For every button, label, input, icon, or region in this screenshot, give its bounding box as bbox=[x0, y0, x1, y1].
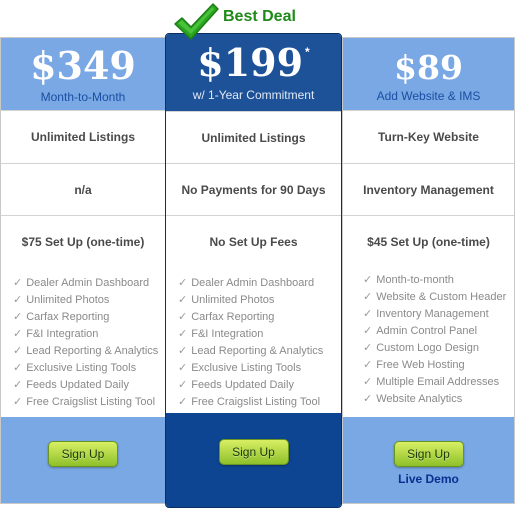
feature-row: Unlimited Listings bbox=[1, 110, 165, 163]
check-icon: ✓ bbox=[13, 345, 23, 357]
list-item: ✓ Free Craigslist Listing Tool bbox=[178, 396, 321, 408]
list-item: ✓ Unlimited Photos bbox=[178, 294, 275, 306]
list-item: ✓ Exclusive Listing Tools bbox=[178, 362, 302, 374]
live-demo-link[interactable]: Live Demo bbox=[343, 472, 514, 486]
check-icon: ✓ bbox=[363, 274, 373, 286]
check-icon: ✓ bbox=[13, 396, 23, 408]
check-icon: ✓ bbox=[363, 325, 373, 337]
sign-up-button[interactable]: Sign Up bbox=[48, 441, 118, 467]
check-icon: ✓ bbox=[363, 308, 373, 320]
plan-header: $199 * w/ 1-Year Commitment bbox=[166, 34, 341, 111]
check-icon: ✓ bbox=[363, 342, 373, 354]
plan-header: $349 Month-to-Month bbox=[1, 38, 165, 110]
list-item: ✓ Website & Custom Header bbox=[363, 291, 507, 303]
check-icon: ✓ bbox=[178, 379, 188, 391]
plan-header: $89 Add Website & IMS bbox=[343, 38, 514, 110]
plan-website-ims: $89 Add Website & IMS Turn-Key Website I… bbox=[342, 37, 515, 504]
plan-subtitle: Add Website & IMS bbox=[376, 89, 481, 103]
check-icon: ✓ bbox=[178, 277, 188, 289]
feature-row: No Payments for 90 Days bbox=[166, 163, 341, 216]
check-icon: ✓ bbox=[13, 379, 23, 391]
check-icon: ✓ bbox=[178, 396, 188, 408]
feature-row: No Set Up Fees bbox=[166, 215, 341, 268]
list-item: ✓ Inventory Management bbox=[363, 308, 489, 320]
check-icon: ✓ bbox=[363, 393, 373, 405]
feature-list: ✓ Dealer Admin Dashboard ✓ Unlimited Photo… bbox=[178, 275, 335, 411]
list-item: ✓ Free Web Hosting bbox=[363, 359, 465, 371]
check-icon: ✓ bbox=[13, 294, 23, 306]
list-item: ✓ Dealer Admin Dashboard bbox=[13, 277, 150, 289]
feature-row: Inventory Management bbox=[343, 163, 514, 216]
list-item: ✓ F&I Integration bbox=[178, 328, 264, 340]
list-item: ✓ Website Analytics bbox=[363, 393, 463, 405]
plan-price: $89 bbox=[394, 48, 463, 87]
list-item: ✓ Exclusive Listing Tools bbox=[13, 362, 137, 374]
list-item: ✓ Dealer Admin Dashboard bbox=[178, 277, 315, 289]
check-icon: ✓ bbox=[178, 328, 188, 340]
check-icon: ✓ bbox=[13, 328, 23, 340]
list-item: ✓ Feeds Updated Daily bbox=[13, 379, 129, 391]
feature-list: ✓ Dealer Admin Dashboard ✓ Unlimited Photo… bbox=[13, 275, 159, 411]
sign-up-button[interactable]: Sign Up bbox=[218, 439, 289, 465]
checkmark-icon bbox=[174, 3, 219, 40]
list-item: ✓ Carfax Reporting bbox=[178, 311, 275, 323]
plan-price: $199 * bbox=[197, 40, 310, 85]
plan-footer: Sign Up Live Demo bbox=[343, 417, 514, 503]
list-item: ✓ Feeds Updated Daily bbox=[178, 379, 294, 391]
check-icon: ✓ bbox=[13, 311, 23, 323]
check-icon: ✓ bbox=[363, 291, 373, 303]
feature-row: Unlimited Listings bbox=[166, 111, 341, 164]
list-item: ✓ Unlimited Photos bbox=[13, 294, 110, 306]
list-item: ✓ Multiple Email Addresses bbox=[363, 376, 500, 388]
check-icon: ✓ bbox=[363, 376, 373, 388]
sign-up-button[interactable]: Sign Up bbox=[393, 441, 464, 467]
plan-subtitle: w/ 1-Year Commitment bbox=[192, 88, 315, 102]
list-item: ✓ Lead Reporting & Analytics bbox=[13, 345, 159, 357]
check-icon: ✓ bbox=[178, 345, 188, 357]
feature-row: $45 Set Up (one-time) bbox=[343, 215, 514, 268]
list-item: ✓ Admin Control Panel bbox=[363, 325, 478, 337]
plan-price: $349 bbox=[30, 43, 136, 88]
plan-one-year: $199 * w/ 1-Year Commitment Unlimited Lis… bbox=[165, 33, 342, 508]
list-item: ✓ Custom Logo Design bbox=[363, 342, 479, 354]
list-item: ✓ F&I Integration bbox=[13, 328, 99, 340]
feature-row: n/a bbox=[1, 163, 165, 216]
check-icon: ✓ bbox=[13, 277, 23, 289]
plan-subtitle: Month-to-Month bbox=[40, 90, 126, 104]
list-item: ✓ Free Craigslist Listing Tool bbox=[13, 396, 156, 408]
feature-row: $75 Set Up (one-time) bbox=[1, 215, 165, 268]
list-item: ✓ Lead Reporting & Analytics bbox=[178, 345, 324, 357]
list-item: ✓ Carfax Reporting bbox=[13, 311, 110, 323]
plan-footer: Sign Up bbox=[1, 417, 165, 503]
check-icon: ✓ bbox=[178, 362, 188, 374]
check-icon: ✓ bbox=[178, 311, 188, 323]
feature-row: Turn-Key Website bbox=[343, 110, 514, 163]
asterisk: * bbox=[305, 45, 310, 59]
check-icon: ✓ bbox=[363, 359, 373, 371]
feature-list: ✓ Month-to-month ✓ Website & Custom Header… bbox=[363, 272, 508, 408]
best-deal-label: Best Deal bbox=[223, 8, 296, 25]
check-icon: ✓ bbox=[13, 362, 23, 374]
plan-month-to-month: $349 Month-to-Month Unlimited Listings n… bbox=[0, 37, 166, 504]
check-icon: ✓ bbox=[178, 294, 188, 306]
plan-footer: Sign Up bbox=[166, 413, 341, 507]
list-item: ✓ Month-to-month bbox=[363, 274, 454, 286]
